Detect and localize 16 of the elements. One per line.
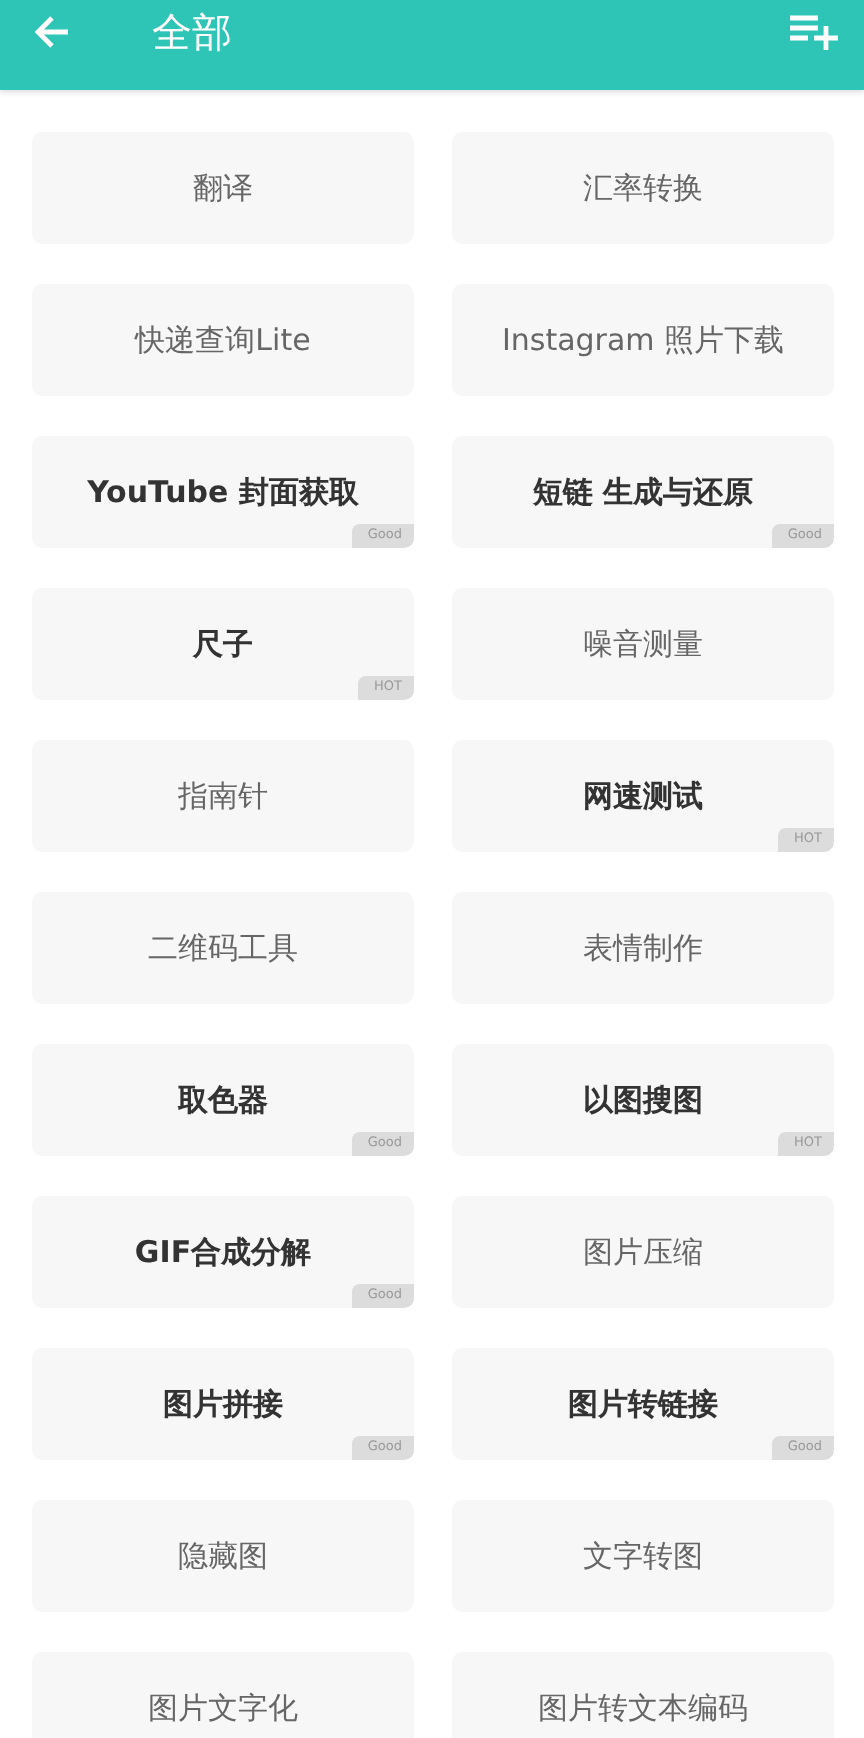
tool-tile[interactable]: Instagram 照片下载 [452,284,834,396]
tool-tile[interactable]: 图片压缩 [452,1196,834,1308]
page-title: 全部 [152,5,232,59]
tool-tile[interactable]: 表情制作 [452,892,834,1004]
tool-tile[interactable]: 翻译 [32,132,414,244]
tool-tile[interactable]: 隐藏图 [32,1500,414,1612]
tool-tile[interactable]: 噪音测量 [452,588,834,700]
back-icon[interactable] [32,11,72,51]
tool-tile[interactable]: 指南针 [32,740,414,852]
tool-tile[interactable]: 快递查询Lite [32,284,414,396]
tool-tile[interactable]: 文字转图 [452,1500,834,1612]
tool-tile[interactable]: 二维码工具 [32,892,414,1004]
tool-tile[interactable]: 图片转文本编码 [452,1652,834,1738]
tool-tile[interactable]: 图片文字化 [32,1652,414,1738]
add-list-icon[interactable] [788,13,840,49]
tool-tile[interactable]: 汇率转换 [452,132,834,244]
